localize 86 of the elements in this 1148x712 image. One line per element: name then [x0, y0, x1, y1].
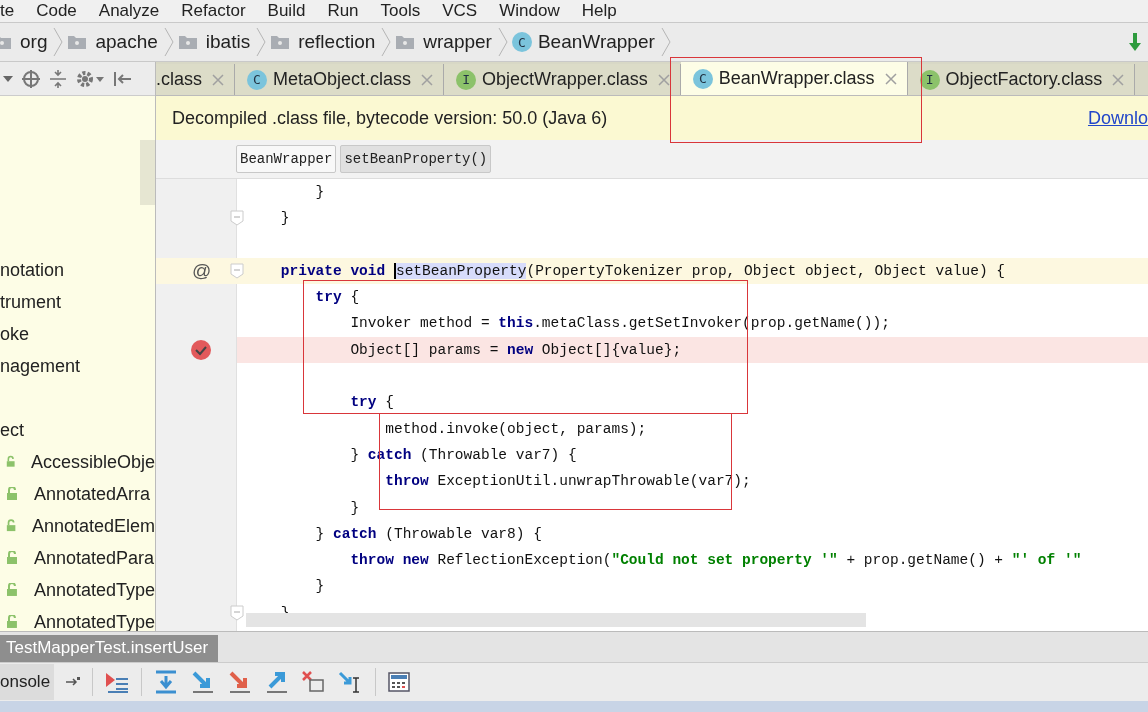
- interface-icon: I: [919, 69, 940, 90]
- breadcrumb-item[interactable]: reflection: [270, 27, 392, 57]
- lock-icon: [6, 455, 17, 469]
- breadcrumb-item[interactable]: org: [0, 27, 64, 57]
- tree-item[interactable]: ect: [0, 420, 24, 440]
- scrollbar-thumb[interactable]: [140, 140, 155, 205]
- menu-item[interactable]: Refactor: [181, 1, 246, 21]
- folder-icon: [395, 34, 416, 50]
- menu-item[interactable]: Window: [499, 1, 560, 21]
- lock-icon: [6, 583, 20, 597]
- scrollbar-thumb[interactable]: [246, 613, 866, 627]
- code-line: private void setBeanProperty(PropertyTokenizer prop, Object object, Object value) {: [279, 262, 1006, 279]
- chevron-icon: [163, 27, 174, 57]
- chevron-icon: [256, 27, 267, 57]
- breadcrumb-item[interactable]: wrapper: [395, 27, 508, 57]
- editor-tab[interactable]: C MetaObject.class: [235, 64, 445, 95]
- download-arrow-icon[interactable]: [1128, 32, 1142, 52]
- tree-item[interactable]: AnnotatedArra: [0, 478, 155, 510]
- folder-icon: [67, 34, 88, 50]
- menu-item[interactable]: Tools: [380, 1, 421, 21]
- chevron-icon: [53, 27, 64, 57]
- lock-icon: [6, 487, 20, 501]
- class-icon: C: [692, 68, 713, 89]
- code-breadcrumb[interactable]: setBeanProperty(): [340, 145, 492, 173]
- code-line: Object[] params = new Object[]{value};: [349, 341, 682, 358]
- tree-item[interactable]: AnnotatedType: [0, 574, 155, 606]
- code-line: }: [349, 499, 360, 516]
- close-icon[interactable]: [212, 73, 224, 86]
- download-link[interactable]: Downlo: [1087, 107, 1148, 129]
- tree-item[interactable]: AnnotatedElem: [0, 510, 155, 542]
- tree-item[interactable]: AnnotatedType: [0, 606, 155, 631]
- code-line: }: [314, 578, 325, 595]
- settings-icon[interactable]: [75, 68, 105, 89]
- override-marker[interactable]: @: [192, 259, 212, 282]
- chevron-icon: [497, 27, 508, 57]
- code-line: }: [314, 184, 325, 200]
- collapse-icon[interactable]: [48, 68, 68, 89]
- code-line: throw new ReflectionException("Could not set property '" + prop.getName() + "' of '": [349, 552, 1082, 569]
- pin-arrow-icon[interactable]: [65, 676, 82, 688]
- breadcrumb-item[interactable]: apache: [67, 27, 174, 57]
- show-execution-point-icon[interactable]: [104, 670, 131, 694]
- folder-icon: [270, 34, 291, 50]
- tree-item[interactable]: AccessibleObje: [0, 446, 155, 478]
- lock-icon: [6, 615, 20, 629]
- code-line: } catch (Throwable var8) {: [314, 525, 542, 542]
- breadcrumb-item[interactable]: C BeanWrapper: [511, 27, 671, 57]
- interface-icon: I: [456, 69, 477, 90]
- menu-item[interactable]: Run: [327, 1, 359, 21]
- chevron-icon: [381, 27, 392, 57]
- tree-item[interactable]: nagement: [0, 356, 81, 376]
- evaluate-expression-icon[interactable]: [387, 671, 412, 693]
- menu-item[interactable]: Build: [267, 1, 306, 21]
- editor-tab[interactable]: I ObjectWrapper.class: [444, 64, 681, 95]
- chevron-icon: [660, 27, 671, 57]
- lock-icon: [6, 519, 18, 533]
- editor-tab[interactable]: C BeanWrapper.class: [680, 62, 908, 95]
- menu-item[interactable]: Help: [581, 1, 617, 21]
- menu-item[interactable]: Code: [36, 1, 77, 21]
- breadcrumb-item[interactable]: ibatis: [177, 27, 267, 57]
- console-tab[interactable]: onsole: [0, 664, 55, 700]
- class-icon: C: [247, 69, 267, 90]
- code-breadcrumb[interactable]: BeanWrapper: [236, 145, 337, 173]
- banner-text: Decompiled .class file, bytecode version: 50.0 (Java 6): [172, 107, 608, 129]
- code-line: try {: [349, 394, 394, 411]
- caret-icon[interactable]: [2, 73, 14, 84]
- editor-tab[interactable]: .class: [156, 64, 235, 95]
- tree-item[interactable]: notation: [0, 260, 65, 280]
- close-icon[interactable]: [1112, 73, 1125, 86]
- breakpoint-icon[interactable]: [190, 338, 212, 361]
- close-icon[interactable]: [421, 73, 434, 86]
- lock-icon: [6, 551, 20, 565]
- folder-icon: [177, 34, 198, 50]
- close-icon[interactable]: [884, 72, 897, 85]
- class-icon: C: [511, 32, 532, 52]
- code-line: method.invoke(object, params);: [384, 420, 647, 437]
- code-line: }: [279, 210, 290, 227]
- editor-tab[interactable]: I ObjectFactory.class: [907, 64, 1136, 95]
- tree-item[interactable]: AnnotatedPara: [0, 542, 155, 574]
- close-icon[interactable]: [657, 73, 670, 86]
- code-line: try {: [314, 289, 360, 306]
- tree-item[interactable]: trument: [0, 292, 62, 312]
- menu-item[interactable]: Analyze: [98, 1, 160, 21]
- menu-item[interactable]: VCS: [442, 1, 478, 21]
- crosshair-icon[interactable]: [21, 68, 41, 89]
- tree-item[interactable]: oke: [0, 324, 30, 344]
- menu-item[interactable]: te: [0, 1, 15, 21]
